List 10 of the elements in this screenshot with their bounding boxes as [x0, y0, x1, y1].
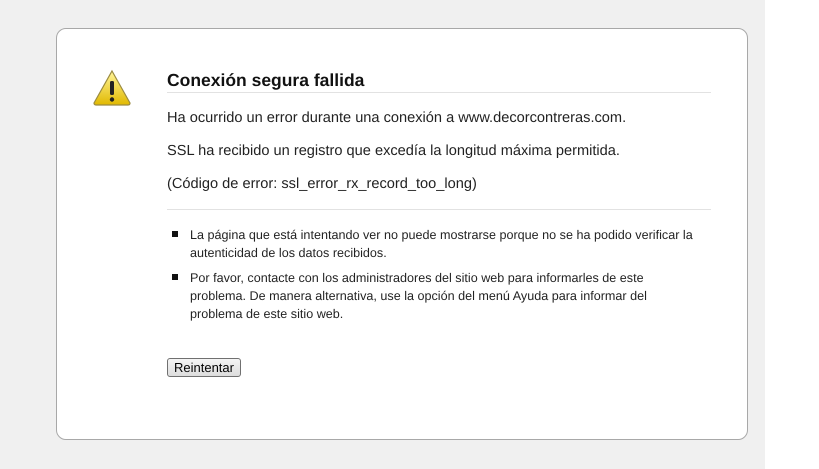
bullet-icon [172, 274, 178, 280]
error-message: (Código de error: ssl_error_rx_record_too_long) [167, 175, 478, 193]
warning-icon [92, 69, 132, 106]
error-message: SSL ha recibido un registro que excedía la longitud máxima permitida. [167, 142, 621, 160]
advice-text: Por favor, contacte con los administradores del sitio web para informarles de este problema. De manera alternativa, use la opción del menú Ayuda para informar del problema de este sitio web. [190, 270, 648, 323]
retry-button[interactable]: Reintentar [167, 358, 241, 377]
error-title: Conexión segura fallida [167, 69, 711, 93]
bullet-icon [172, 231, 178, 237]
error-message: Ha ocurrido un error durante una conexión a www.decorcontreras.com. [167, 109, 628, 127]
advice-text: La página que está intentando ver no puede mostrarse porque no se ha podido verificar la autenticidad de los datos recibidos. [190, 227, 694, 262]
